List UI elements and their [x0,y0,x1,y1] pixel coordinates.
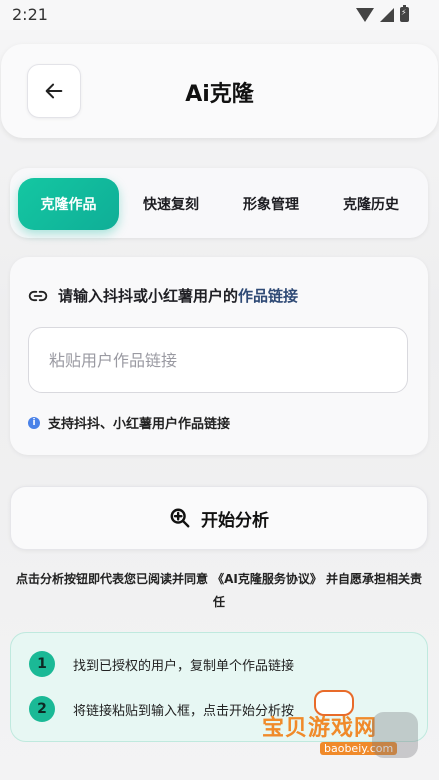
tab-quick-replicate[interactable]: 快速复刻 [125,178,217,230]
step-item: 2 将链接粘贴到输入框，点击开始分析按 [29,696,294,722]
step-number: 1 [29,651,55,677]
support-hint-text: 支持抖抖、小红薯用户作品链接 [48,417,231,432]
watermark-text: 宝贝游戏网 [262,716,378,741]
tab-clone-history[interactable]: 克隆历史 [325,178,417,230]
start-analyze-button[interactable]: 开始分析 [10,486,428,550]
status-time: 2:21 [12,5,48,24]
support-hint: i 支持抖抖、小红薯用户作品链接 [28,413,230,432]
floating-assist-button[interactable] [372,712,418,758]
battery-icon [400,5,409,22]
status-bar: 2:21 [0,0,439,30]
link-input-card: 请输入抖抖或小红薯用户的作品链接 i 支持抖抖、小红薯用户作品链接 [10,257,428,455]
card-heading: 请输入抖抖或小红薯用户的作品链接 [28,285,298,306]
zoom-in-icon [170,508,190,528]
agreement-text[interactable]: 点击分析按钮即代表您已阅读并同意 《AI克隆服务协议》 并自愿承担相关责任 [10,568,428,614]
tab-avatar-manage[interactable]: 形象管理 [225,178,317,230]
wifi-icon [356,7,374,22]
tab-clone-works[interactable]: 克隆作品 [18,178,119,230]
link-icon [28,290,48,301]
work-link-input[interactable] [28,327,408,393]
start-analyze-label: 开始分析 [201,510,269,531]
step-item: 1 找到已授权的用户，复制单个作品链接 [29,651,294,677]
step-number: 2 [29,696,55,722]
step-text: 将链接粘贴到输入框，点击开始分析按 [73,703,295,719]
info-icon: i [28,416,40,429]
status-icons [356,5,409,22]
signal-icon [380,7,394,22]
tab-bar: 克隆作品 快速复刻 形象管理 克隆历史 [10,168,428,238]
card-heading-text: 请输入抖抖或小红薯用户的 [58,287,239,305]
step-text: 找到已授权的用户，复制单个作品链接 [73,658,295,674]
page-title: Ai克隆 [185,82,254,107]
header: Ai克隆 [1,44,438,138]
card-heading-highlight: 作品链接 [238,287,299,305]
